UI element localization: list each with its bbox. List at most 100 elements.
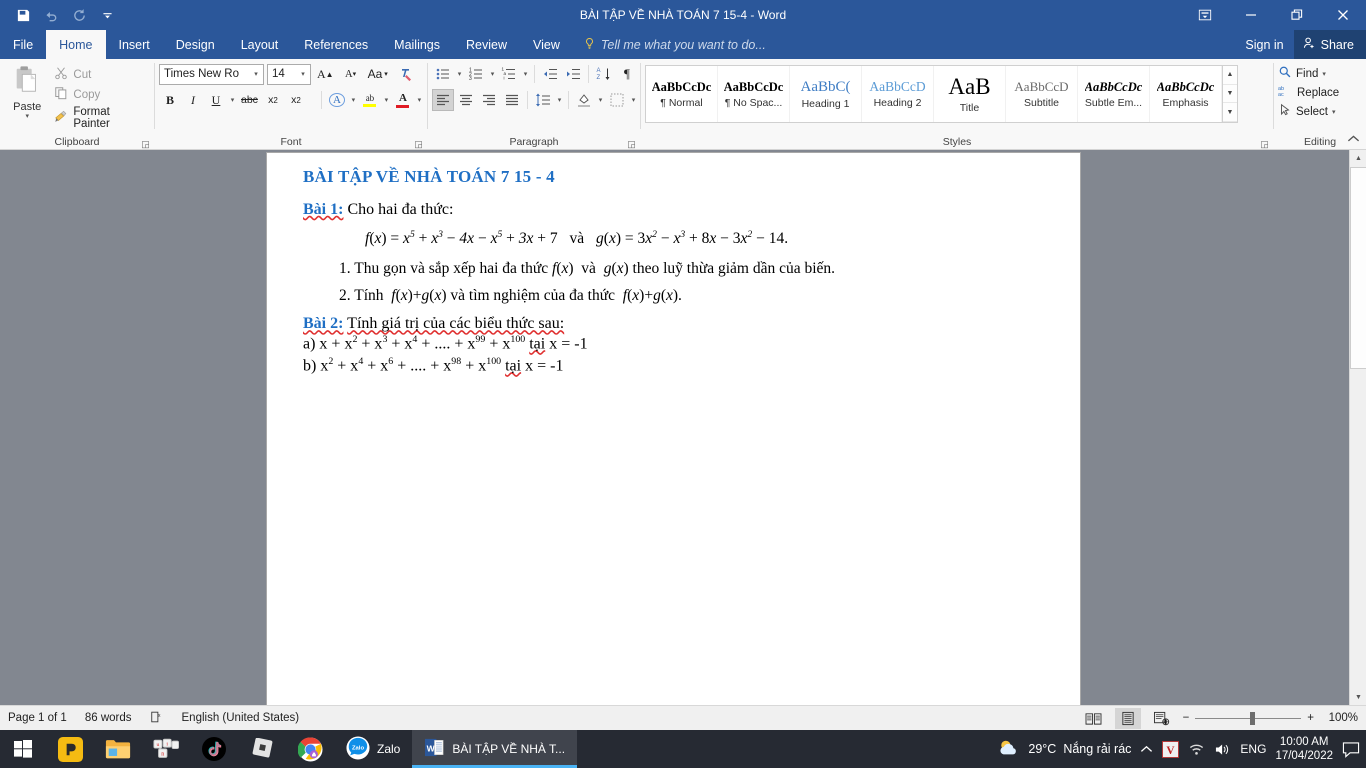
- redo-icon[interactable]: [66, 3, 92, 27]
- shading-button[interactable]: [573, 89, 595, 111]
- document-page[interactable]: BÀI TẬP VỀ NHÀ TOÁN 7 15 - 4 Bài 1: Cho …: [266, 152, 1081, 706]
- language-indicator[interactable]: English (United States): [182, 712, 300, 724]
- tab-design[interactable]: Design: [163, 30, 228, 59]
- align-left-button[interactable]: [432, 89, 454, 111]
- tab-references[interactable]: References: [291, 30, 381, 59]
- text-effects-dropdown-icon[interactable]: ▾: [349, 96, 358, 104]
- style-no-spacing[interactable]: AaBbCcDc ¶ No Spac...: [718, 66, 790, 122]
- wifi-icon[interactable]: [1188, 742, 1205, 756]
- taskbar-icon-unikey[interactable]: u i n: [142, 730, 190, 768]
- style-normal[interactable]: AaBbCcDc ¶ Normal: [646, 66, 718, 122]
- underline-dropdown-icon[interactable]: ▾: [228, 96, 237, 104]
- multilevel-dropdown-icon[interactable]: ▾: [521, 70, 530, 78]
- tab-home[interactable]: Home: [46, 30, 106, 59]
- chevron-down-icon[interactable]: ▾: [296, 70, 310, 78]
- styles-dialog-launcher[interactable]: ◲: [1260, 140, 1269, 149]
- zoom-thumb[interactable]: [1250, 711, 1256, 725]
- text-effects-button[interactable]: A: [326, 89, 348, 111]
- restore-button[interactable]: [1274, 0, 1320, 30]
- collapse-ribbon-button[interactable]: [1347, 134, 1360, 147]
- tell-me-search[interactable]: Tell me what you want to do...: [573, 30, 766, 59]
- scroll-down-button[interactable]: ▼: [1350, 689, 1366, 706]
- shading-dropdown-icon[interactable]: ▾: [596, 96, 605, 104]
- tray-clock[interactable]: 10:00 AM 17/04/2022: [1275, 735, 1333, 764]
- multilevel-list-button[interactable]: 1ai: [498, 63, 520, 85]
- scroll-up-button[interactable]: ▲: [1350, 150, 1366, 167]
- volume-icon[interactable]: [1214, 742, 1231, 757]
- save-icon[interactable]: [10, 3, 36, 27]
- find-button[interactable]: Find ▾: [1278, 65, 1339, 82]
- text-highlight-color-button[interactable]: ab: [359, 89, 381, 111]
- cut-button[interactable]: Cut: [50, 65, 150, 84]
- styles-gallery-scroll[interactable]: ▲ ▼ ▼: [1222, 66, 1237, 122]
- share-button[interactable]: Share: [1293, 30, 1366, 59]
- font-name-combobox[interactable]: Times New Ro ▾: [159, 63, 264, 85]
- tab-view[interactable]: View: [520, 30, 573, 59]
- style-emphasis[interactable]: AaBbCcDc Emphasis: [1150, 66, 1222, 122]
- increase-indent-button[interactable]: [562, 63, 584, 85]
- tab-mailings[interactable]: Mailings: [381, 30, 453, 59]
- tray-overflow-button[interactable]: [1140, 744, 1153, 755]
- tab-review[interactable]: Review: [453, 30, 520, 59]
- clear-formatting-button[interactable]: [394, 63, 416, 85]
- font-color-button[interactable]: A: [392, 89, 414, 111]
- bold-button[interactable]: B: [159, 89, 181, 111]
- style-subtle-emphasis[interactable]: AaBbCcDc Subtle Em...: [1078, 66, 1150, 122]
- tab-file[interactable]: File: [0, 30, 46, 59]
- find-dropdown-icon[interactable]: ▾: [1322, 70, 1326, 78]
- borders-button[interactable]: [606, 89, 628, 111]
- bullets-button[interactable]: [432, 63, 454, 85]
- grow-font-button[interactable]: A ▲: [314, 63, 337, 85]
- scrollbar-thumb[interactable]: [1350, 167, 1366, 369]
- superscript-button[interactable]: x2: [285, 89, 307, 111]
- align-right-button[interactable]: [478, 89, 500, 111]
- italic-button[interactable]: I: [182, 89, 204, 111]
- select-button[interactable]: Select ▾: [1278, 103, 1339, 120]
- undo-icon[interactable]: [38, 3, 64, 27]
- zoom-out-button[interactable]: −: [1183, 712, 1190, 724]
- document-canvas[interactable]: BÀI TẬP VỀ NHÀ TOÁN 7 15 - 4 Bài 1: Cho …: [0, 150, 1349, 706]
- paragraph-dialog-launcher[interactable]: ◲: [627, 140, 636, 149]
- subscript-button[interactable]: x2: [262, 89, 284, 111]
- show-formatting-marks-button[interactable]: ¶: [616, 63, 638, 85]
- decrease-indent-button[interactable]: [539, 63, 561, 85]
- minimize-button[interactable]: [1228, 0, 1274, 30]
- font-color-dropdown-icon[interactable]: ▾: [415, 96, 424, 104]
- start-button[interactable]: [0, 730, 46, 768]
- sort-button[interactable]: AZ: [593, 63, 615, 85]
- proofing-errors-icon[interactable]: x: [150, 710, 164, 727]
- highlight-dropdown-icon[interactable]: ▾: [382, 96, 391, 104]
- underline-button[interactable]: U: [205, 89, 227, 111]
- numbering-button[interactable]: 123: [465, 63, 487, 85]
- justify-button[interactable]: [501, 89, 523, 111]
- taskbar-icon-pdf[interactable]: [46, 730, 94, 768]
- replace-button[interactable]: ab ac Replace: [1278, 84, 1339, 101]
- action-center-icon[interactable]: [1342, 741, 1360, 758]
- ribbon-display-options-button[interactable]: [1182, 0, 1228, 30]
- taskbar-icon-chrome[interactable]: [286, 730, 334, 768]
- unikey-tray-icon[interactable]: V: [1162, 740, 1180, 758]
- taskbar-icon-file-explorer[interactable]: [94, 730, 142, 768]
- customize-qat-icon[interactable]: [94, 3, 120, 27]
- numbering-dropdown-icon[interactable]: ▾: [488, 70, 497, 78]
- gallery-more-icon[interactable]: ▼: [1223, 103, 1237, 122]
- select-dropdown-icon[interactable]: ▾: [1332, 108, 1336, 116]
- tab-layout[interactable]: Layout: [228, 30, 292, 59]
- close-button[interactable]: [1320, 0, 1366, 30]
- line-spacing-dropdown-icon[interactable]: ▾: [555, 96, 564, 104]
- bullets-dropdown-icon[interactable]: ▾: [455, 70, 464, 78]
- gallery-scroll-down-icon[interactable]: ▼: [1223, 84, 1237, 104]
- borders-dropdown-icon[interactable]: ▾: [629, 96, 638, 104]
- tab-insert[interactable]: Insert: [106, 30, 163, 59]
- sign-in-button[interactable]: Sign in: [1235, 38, 1293, 52]
- vertical-scrollbar[interactable]: ▲ ▼: [1349, 150, 1366, 706]
- paste-caret-icon[interactable]: ▾: [25, 113, 29, 120]
- gallery-scroll-up-icon[interactable]: ▲: [1223, 66, 1237, 85]
- print-layout-button[interactable]: [1114, 707, 1141, 729]
- style-heading-2[interactable]: AaBbCcD Heading 2: [862, 66, 934, 122]
- clipboard-dialog-launcher[interactable]: ◲: [141, 140, 150, 149]
- zoom-slider[interactable]: − +: [1183, 711, 1314, 725]
- change-case-button[interactable]: Aa ▾: [365, 63, 391, 85]
- style-heading-1[interactable]: AaBbC( Heading 1: [790, 66, 862, 122]
- align-center-button[interactable]: [455, 89, 477, 111]
